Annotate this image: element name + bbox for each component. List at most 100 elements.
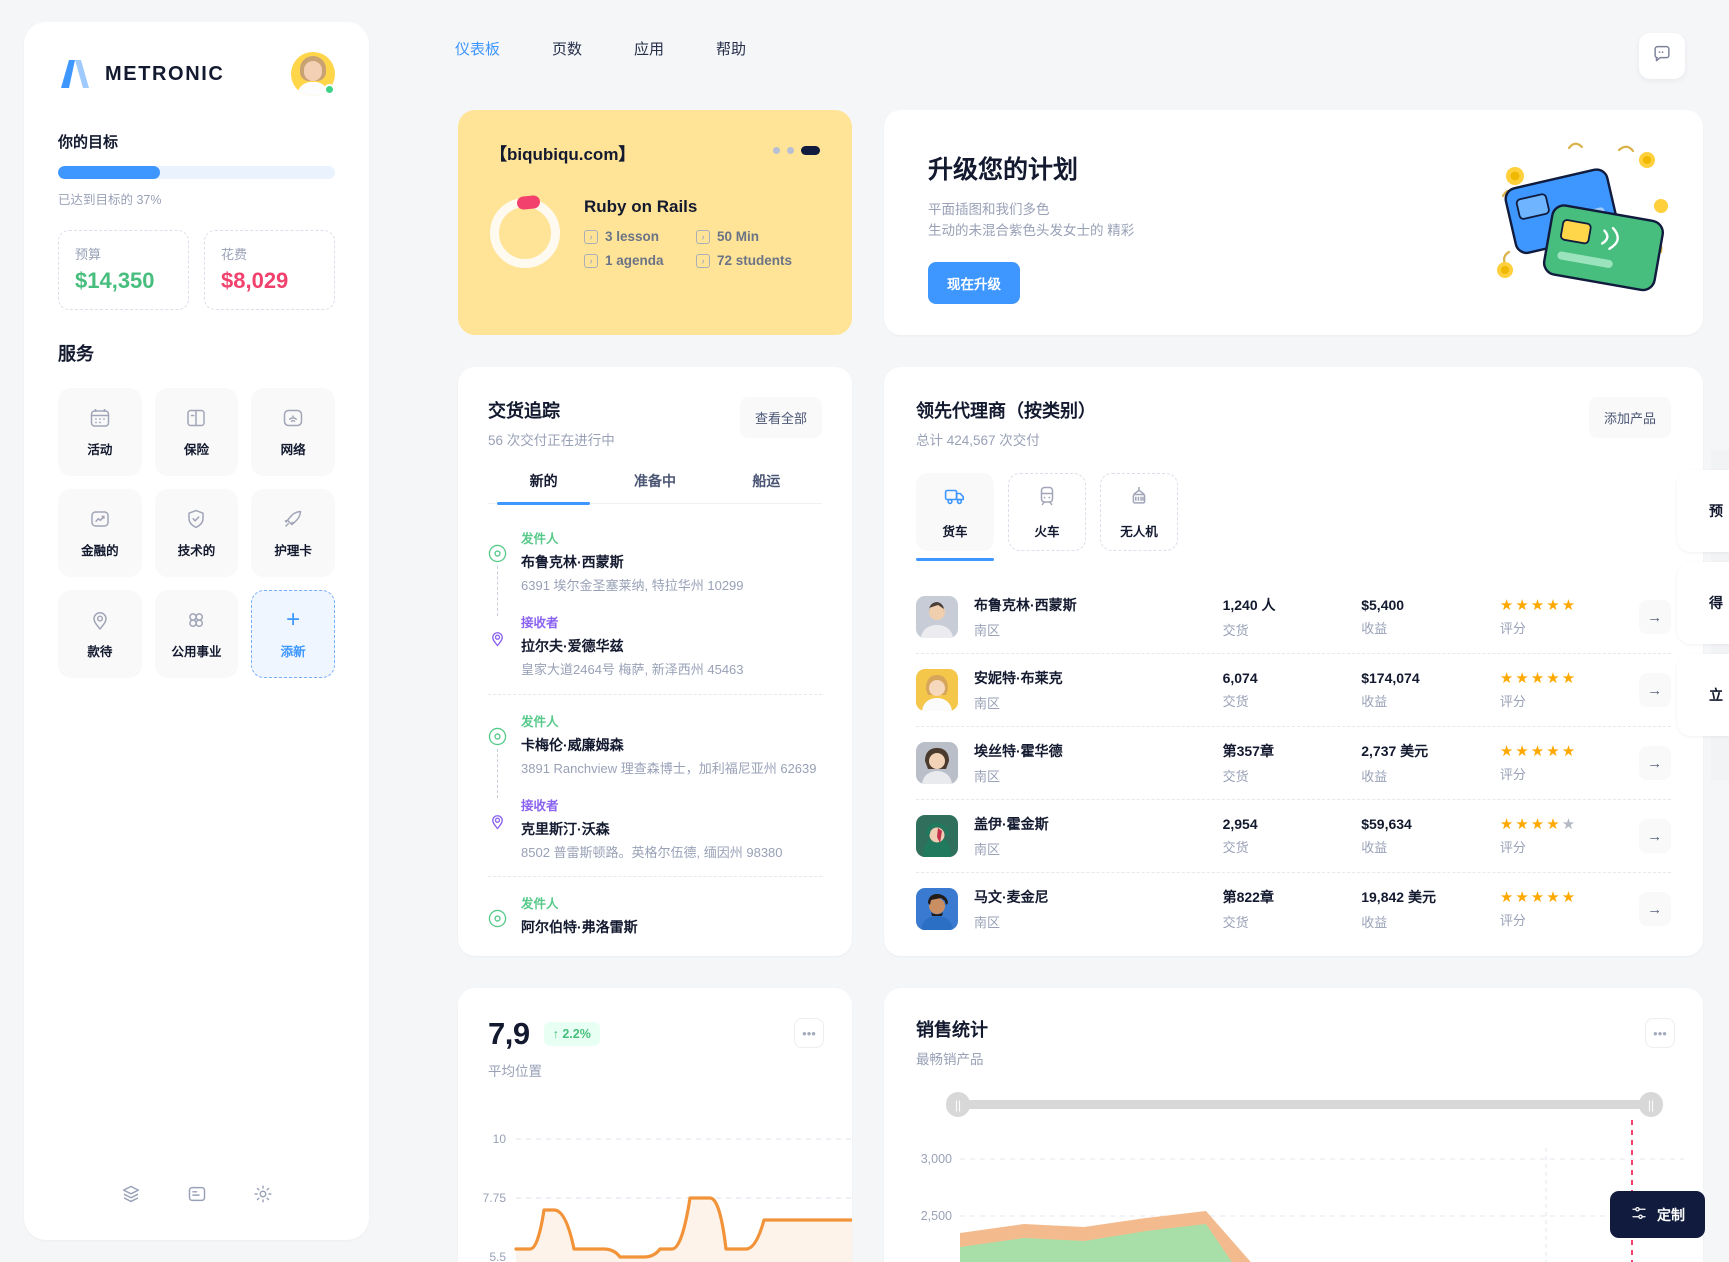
- sidebar: METRONIC 你的目标 已达到目标的 37% 预算 $14,350 花费 $…: [24, 22, 369, 1240]
- receiver-name: 拉尔夫·爱德华兹: [521, 637, 624, 654]
- avatar: [916, 888, 958, 930]
- services-title: 服务: [58, 344, 94, 364]
- gear-icon[interactable]: [252, 1183, 274, 1210]
- view-all-button[interactable]: 查看全部: [739, 397, 822, 438]
- mode-truck[interactable]: 货车: [916, 473, 994, 561]
- notes-icon[interactable]: [186, 1183, 208, 1210]
- agents-header: 领先代理商（按类别） 总计 424,567 次交付 添加产品: [916, 397, 1671, 449]
- carousel-dot[interactable]: [773, 147, 780, 154]
- agent-rating: ★ ★ ★ ★ ★ 评分: [1500, 598, 1639, 637]
- nav-item-help[interactable]: 帮助: [716, 38, 746, 59]
- arrow-right-icon[interactable]: →: [1638, 746, 1672, 780]
- service-tile-add-new[interactable]: + 添新: [251, 590, 335, 678]
- arrow-right-icon[interactable]: →: [1638, 819, 1672, 853]
- sender-body: 发件人 布鲁克林·西蒙斯 6391 埃尔金圣塞莱纳, 特拉华州 10299: [521, 528, 744, 596]
- rail-item-3[interactable]: 立: [1677, 654, 1729, 736]
- stat-budget-value: $14,350: [75, 268, 155, 293]
- agent-region: 南区: [974, 696, 1001, 711]
- upgrade-now-button[interactable]: 现在升级: [928, 261, 1020, 304]
- star-rating: ★ ★ ★ ★ ★: [1500, 598, 1639, 613]
- layers-icon[interactable]: [120, 1183, 142, 1210]
- sender-address: 6391 埃尔金圣塞莱纳, 特拉华州 10299: [521, 578, 744, 593]
- promo-body: Ruby on Rails › 3 lesson › 50 Min › 1 ag…: [490, 194, 820, 268]
- mode-train[interactable]: 火车: [1008, 473, 1086, 551]
- nav-item-apps[interactable]: 应用: [634, 38, 664, 59]
- service-label: 活动: [87, 443, 113, 457]
- nav-item-dashboard[interactable]: 仪表板: [455, 38, 500, 59]
- agents-subtitle: 总计 424,567 次交付: [916, 433, 1040, 448]
- rail-item-2[interactable]: 得: [1677, 562, 1729, 644]
- service-tile-insurance[interactable]: 保险: [154, 388, 239, 476]
- range-slider-handle-right[interactable]: ||: [1639, 1092, 1663, 1117]
- avatar[interactable]: [291, 52, 335, 96]
- tab-preparing[interactable]: 准备中: [599, 471, 710, 503]
- agent-revenue: 19,842 美元 收益: [1361, 887, 1500, 931]
- customize-button[interactable]: 定制: [1610, 1191, 1705, 1238]
- avg-position-chart: 10 7.75 5.5: [458, 1098, 852, 1262]
- services-grid: 活动 保险 网络 金融的 技术的 护理卡 款待 公用事业 + 添新: [58, 388, 335, 678]
- budget-spent-stats: 预算 $14,350 花费 $8,029: [58, 230, 335, 310]
- star-rating: ★ ★ ★ ★ ★: [1500, 817, 1639, 832]
- table-row[interactable]: 马文·麦金尼 南区 第822章 交货 19,842 美元 收益 ★ ★ ★ ★ …: [916, 873, 1672, 945]
- sender-role: 发件人: [521, 532, 559, 546]
- agent-delivery: 第357章 交货: [1223, 741, 1362, 785]
- agent-region: 南区: [974, 623, 1001, 638]
- arrow-right-icon[interactable]: →: [1638, 892, 1672, 926]
- add-product-button[interactable]: 添加产品: [1588, 397, 1671, 438]
- sender-name: 布鲁克林·西蒙斯: [521, 554, 624, 570]
- service-tile-carecard[interactable]: 护理卡: [251, 489, 335, 577]
- table-row[interactable]: 盖伊·霍金斯 南区 2,954 交货 $59,634 收益 ★ ★ ★ ★ ★ …: [916, 800, 1672, 873]
- agent-rating-caption: 评分: [1499, 693, 1526, 709]
- table-row[interactable]: 安妮特·布莱克 南区 6,074 交货 $174,074 收益 ★ ★ ★ ★ …: [916, 654, 1672, 727]
- table-row[interactable]: 埃丝特·霍华德 南区 第357章 交货 2,737 美元 收益 ★ ★ ★ ★ …: [916, 727, 1672, 800]
- ellipsis-icon[interactable]: •••: [1645, 1018, 1675, 1048]
- carousel-dot-active[interactable]: [801, 146, 820, 155]
- agent-delivery-value: 第357章: [1222, 743, 1274, 759]
- arrow-right-icon[interactable]: →: [1638, 673, 1672, 707]
- agent-name: 安妮特·布莱克: [974, 670, 1063, 686]
- upgrade-plan-card: 升级您的计划 平面插图和我们多色 生动的未混合紫色头发女士的 精彩 现在升级: [884, 110, 1703, 335]
- map-pin-icon: [88, 608, 112, 632]
- service-tile-technical[interactable]: 技术的: [154, 489, 239, 577]
- table-row[interactable]: 布鲁克林·西蒙斯 南区 1,240 人 交货 $5,400 收益 ★ ★ ★ ★…: [916, 581, 1672, 654]
- range-slider[interactable]: || ||: [946, 1092, 1663, 1117]
- star-icon: ★: [1530, 742, 1545, 760]
- avatar: [916, 669, 958, 711]
- brand[interactable]: METRONIC: [58, 58, 224, 90]
- sales-chart: 3,000 2,500 2,000: [884, 1138, 1703, 1262]
- star-icon: ★: [1515, 596, 1529, 614]
- service-tile-network[interactable]: 网络: [251, 388, 335, 476]
- tab-new[interactable]: 新的: [488, 471, 599, 505]
- agent-revenue-value: $5,400: [1361, 597, 1405, 613]
- tab-shipping[interactable]: 船运: [711, 471, 822, 503]
- service-tile-hospitality[interactable]: 款待: [58, 590, 142, 678]
- agent-rating: ★ ★ ★ ★ ★ 评分: [1500, 671, 1639, 710]
- agent-revenue-caption: 收益: [1361, 694, 1388, 709]
- mode-drone[interactable]: 无人机: [1100, 473, 1178, 551]
- range-slider-handle-left[interactable]: ||: [946, 1092, 970, 1117]
- ellipsis-icon[interactable]: •••: [794, 1018, 824, 1048]
- service-tile-events[interactable]: 活动: [58, 388, 142, 476]
- delivery-tracking-card: 交货追踪 56 次交付正在进行中 查看全部 新的 准备中 船运 发件人 布鲁克林…: [458, 367, 852, 956]
- delivery-sender: 发件人 布鲁克林·西蒙斯 6391 埃尔金圣塞莱纳, 特拉华州 10299: [488, 528, 822, 612]
- service-tile-utilities[interactable]: 公用事业: [154, 590, 239, 678]
- dashboard-page: METRONIC 你的目标 已达到目标的 37% 预算 $14,350 花费 $…: [0, 0, 1729, 1262]
- receiver-pin-icon: [488, 628, 507, 647]
- rail-item-1[interactable]: 预: [1677, 470, 1729, 552]
- promo-card: 【biqubiqu.com】 Ruby on Rails › 3 lesson …: [458, 110, 852, 335]
- carousel-indicator[interactable]: [773, 146, 820, 155]
- agent-revenue: $59,634 收益: [1361, 816, 1500, 856]
- customize-icon: [1630, 1204, 1648, 1225]
- star-rating: ★ ★ ★ ★ ★: [1500, 671, 1639, 686]
- course-meta-students: › 72 students: [696, 253, 792, 268]
- arrow-right-icon[interactable]: →: [1638, 600, 1672, 634]
- mode-label: 货车: [942, 525, 968, 539]
- carousel-dot[interactable]: [787, 147, 794, 154]
- upgrade-desc-line2: 生动的未混合紫色头发女士的 精彩: [928, 222, 1135, 238]
- agent-revenue-value: $59,634: [1361, 816, 1412, 832]
- service-label: 添新: [280, 645, 306, 659]
- chat-button[interactable]: [1639, 33, 1685, 79]
- nav-item-pages[interactable]: 页数: [552, 38, 582, 59]
- service-tile-financial[interactable]: 金融的: [58, 489, 142, 577]
- wallet-cards-illustration: [1473, 130, 1673, 320]
